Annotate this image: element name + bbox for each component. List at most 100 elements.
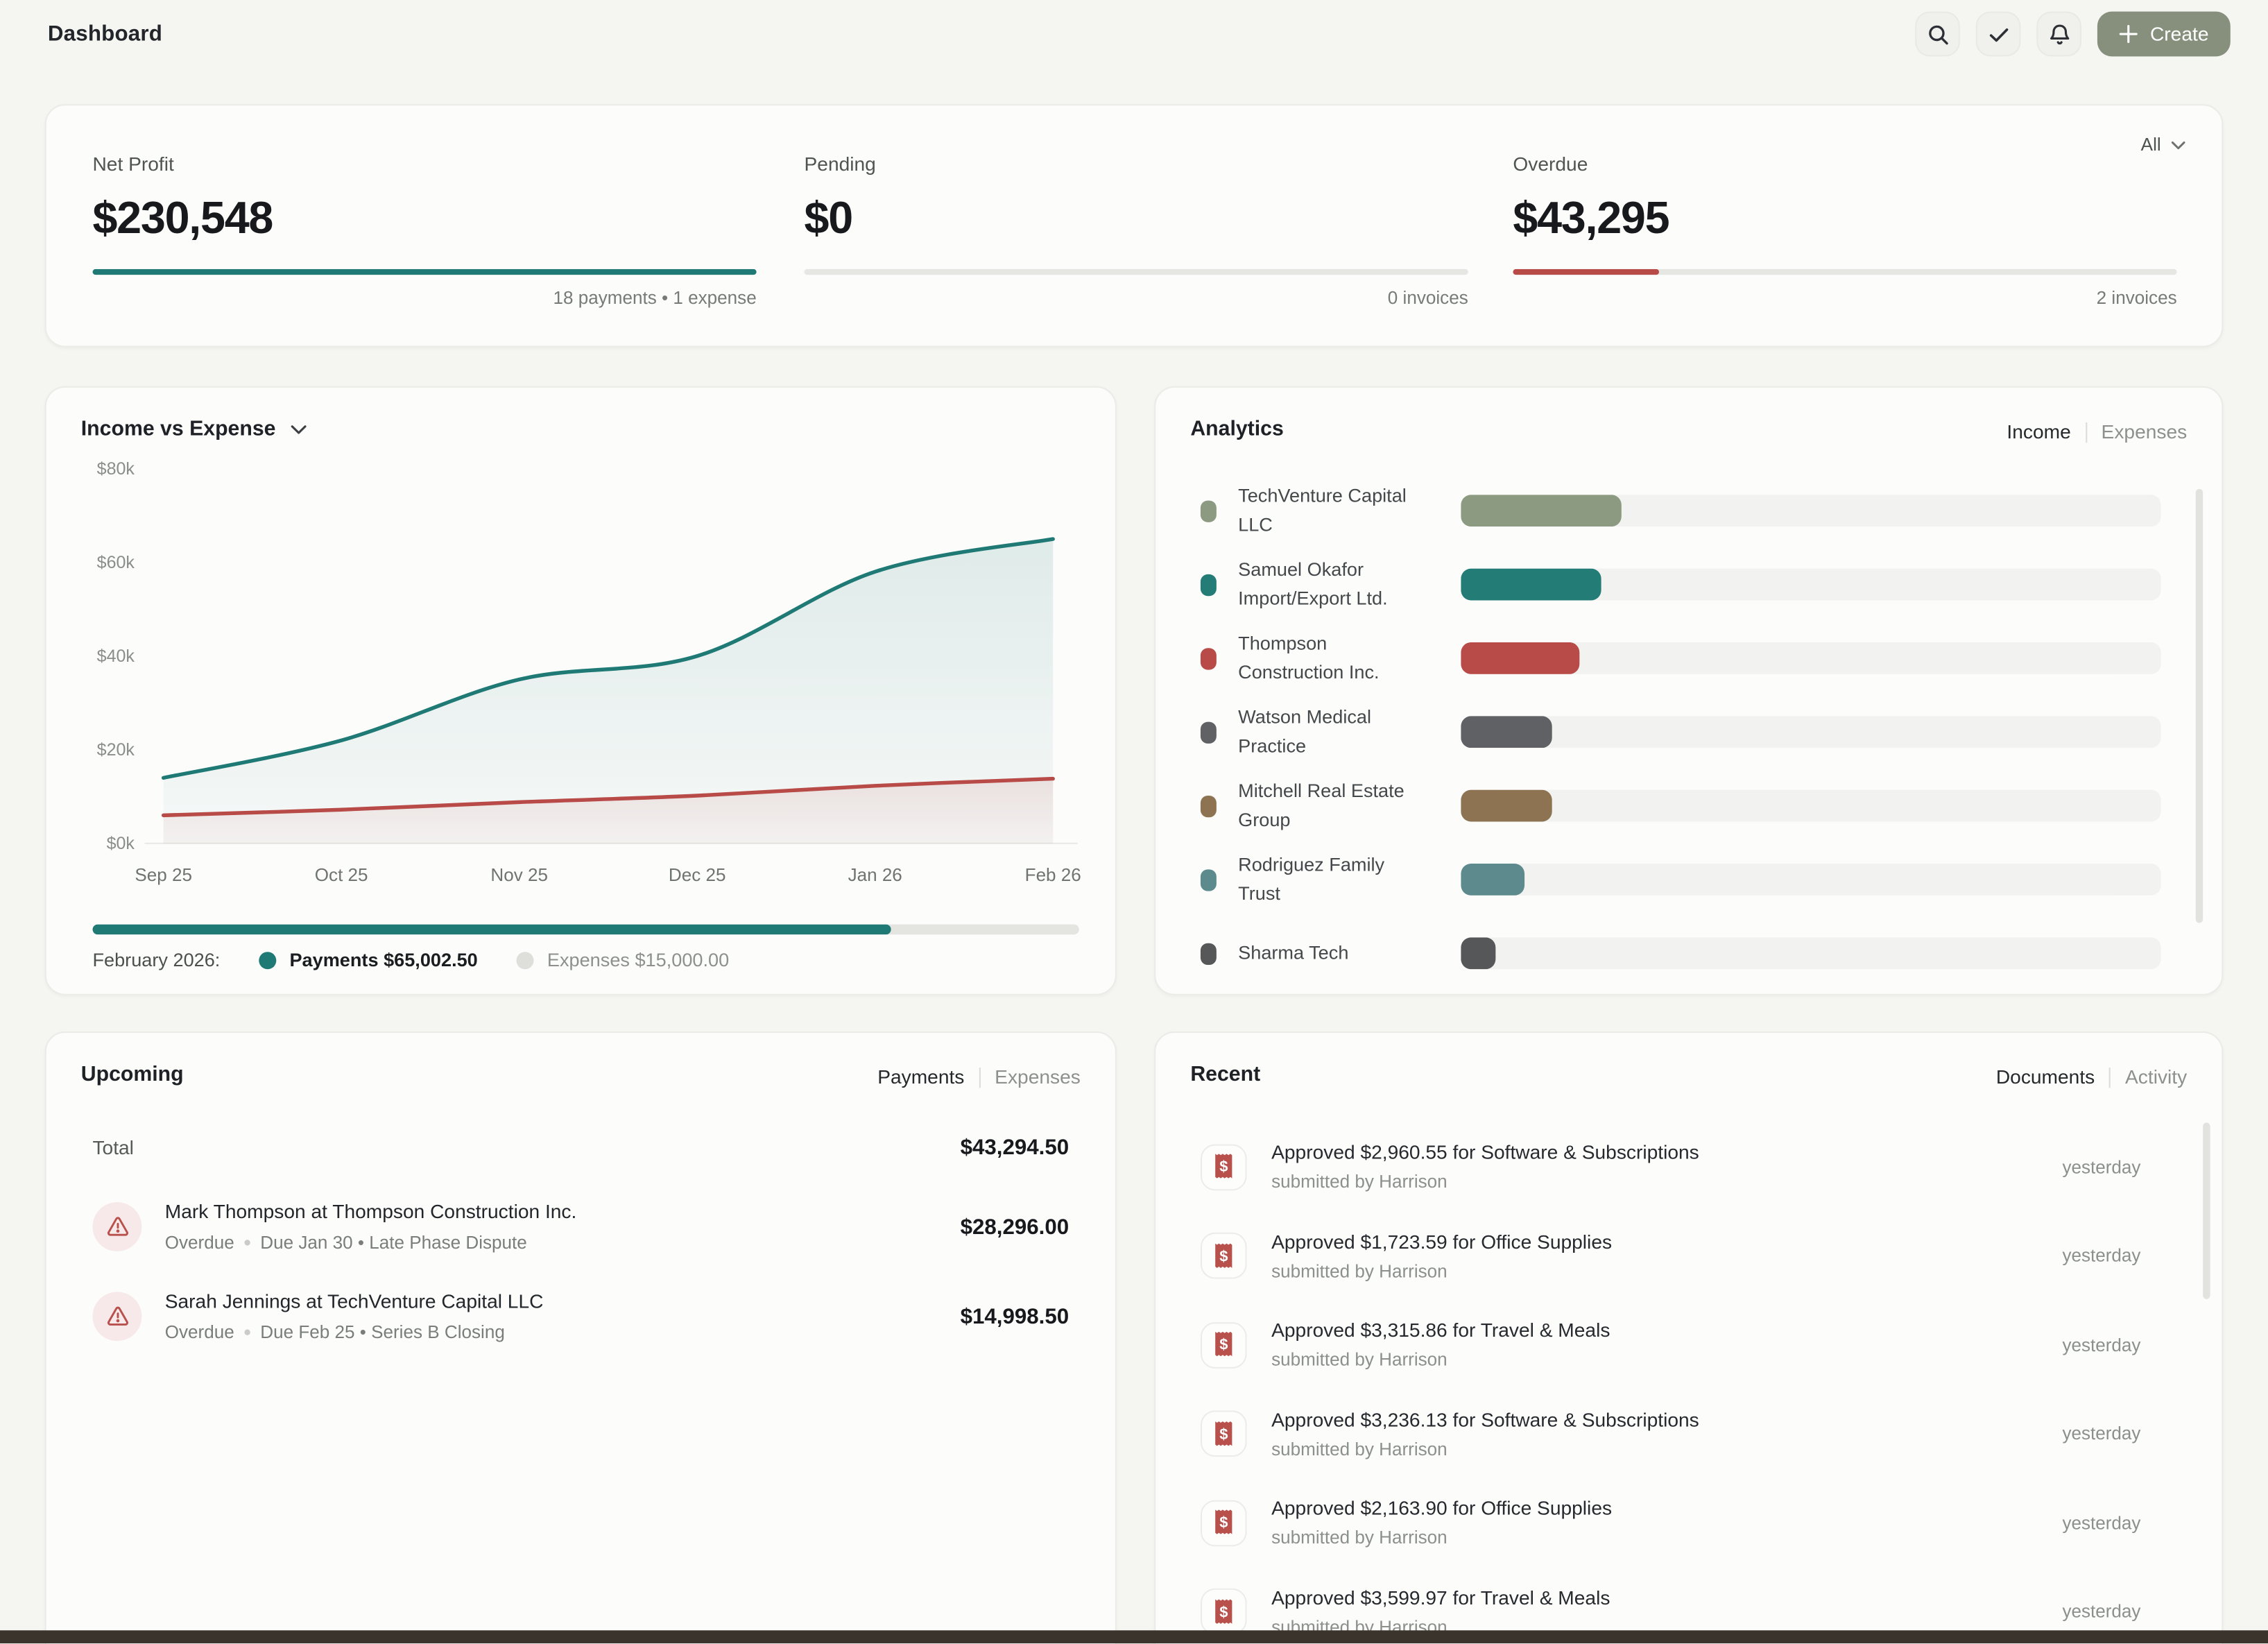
tab-separator — [979, 1067, 980, 1087]
x-tick-label: Oct 25 — [315, 864, 368, 885]
svg-text:$: $ — [1219, 1425, 1228, 1443]
create-button[interactable]: Create — [2098, 12, 2231, 57]
document-badge: $ — [1201, 1500, 1247, 1546]
recent-tabs: Documents Activity — [1996, 1066, 2187, 1088]
upcoming-detail: Due Feb 25 • Series B Closing — [260, 1322, 505, 1342]
analytics-row[interactable]: Watson Medical Practice — [1201, 701, 2161, 762]
stat-bar-track — [1513, 269, 2176, 275]
recent-row-time: yesterday — [2062, 1424, 2140, 1444]
y-tick-label: $60k — [97, 553, 135, 572]
analytics-row[interactable]: Mitchell Real Estate Group — [1201, 776, 2161, 837]
warning-icon — [106, 1306, 128, 1326]
bottom-taskbar — [0, 1630, 2268, 1643]
recent-card: Recent DocumentsActivity $ Approved $2,9… — [1154, 1031, 2223, 1644]
svg-text:$: $ — [1219, 1603, 1228, 1620]
stats-filter-dropdown[interactable]: All — [2141, 135, 2185, 155]
client-bar-fill — [1461, 716, 1552, 748]
search-icon — [1927, 22, 1950, 45]
upcoming-amount: $14,998.50 — [961, 1304, 1069, 1328]
total-value: $43,294.50 — [961, 1136, 1069, 1160]
analytics-row[interactable]: Sharma Tech — [1201, 923, 2161, 984]
recent-row[interactable]: $ Approved $2,960.55 for Software & Subs… — [1201, 1122, 2141, 1211]
analytics-row[interactable]: TechVenture Capital LLC — [1201, 480, 2161, 541]
client-name: Sharma Tech — [1238, 939, 1423, 968]
analytics-scrollbar[interactable] — [2196, 489, 2203, 923]
recent-texts: Approved $3,236.13 for Software & Subscr… — [1271, 1409, 2062, 1459]
upcoming-status: Overdue — [165, 1322, 234, 1342]
svg-text:$: $ — [1219, 1336, 1228, 1353]
receipt-icon: $ — [1212, 1598, 1235, 1626]
chart-legend: February 2026: Payments $65,002.50 Expen… — [92, 949, 729, 970]
client-dot-icon — [1201, 943, 1217, 964]
tab-income[interactable]: Income — [2007, 421, 2070, 443]
tab-documents[interactable]: Documents — [1996, 1066, 2095, 1088]
stat-bar-track — [92, 269, 756, 275]
upcoming-title: Upcoming — [81, 1063, 184, 1086]
income-expense-card: Income vs Expense $80k$60k$40k$20k$0k — [45, 386, 1117, 995]
recent-row[interactable]: $ Approved $2,163.90 for Office Supplies… — [1201, 1478, 2141, 1567]
analytics-row[interactable]: Thompson Construction Inc. — [1201, 628, 2161, 689]
client-dot-icon — [1201, 647, 1217, 669]
approvals-button[interactable] — [1977, 12, 2022, 57]
income-expense-header[interactable]: Income vs Expense — [81, 418, 306, 441]
legend-payments: Payments $65,002.50 — [289, 949, 477, 970]
tab-separator — [2109, 1067, 2111, 1087]
tab-payments[interactable]: Payments — [877, 1066, 964, 1088]
recent-row-subtitle: submitted by Harrison — [1271, 1528, 2062, 1548]
client-name: TechVenture Capital LLC — [1238, 481, 1423, 540]
client-dot-icon — [1201, 500, 1217, 522]
recent-row[interactable]: $ Approved $3,315.86 for Travel & Meals … — [1201, 1301, 2141, 1389]
recent-row-subtitle: submitted by Harrison — [1271, 1350, 2062, 1370]
analytics-row[interactable]: Rodriguez Family Trust — [1201, 849, 2161, 910]
y-tick-label: $80k — [97, 459, 135, 479]
recent-texts: Approved $3,599.97 for Travel & Meals su… — [1271, 1586, 2062, 1637]
check-icon — [1987, 22, 2010, 45]
client-name: Thompson Construction Inc. — [1238, 629, 1423, 687]
recent-row-title: Approved $3,315.86 for Travel & Meals — [1271, 1319, 2062, 1341]
client-name: Mitchell Real Estate Group — [1238, 777, 1423, 835]
legend-expenses: Expenses $15,000.00 — [547, 949, 729, 970]
period-progress-track[interactable] — [92, 925, 1079, 935]
upcoming-texts: Sarah Jennings at TechVenture Capital LL… — [165, 1290, 961, 1342]
recent-row-title: Approved $1,723.59 for Office Supplies — [1271, 1231, 2062, 1252]
client-bar-fill — [1461, 642, 1580, 674]
separator-dot — [244, 1240, 250, 1245]
legend-period: February 2026: — [92, 949, 220, 970]
tab-activity[interactable]: Activity — [2125, 1066, 2187, 1088]
search-button[interactable] — [1916, 12, 1961, 57]
client-bar-track — [1461, 864, 2160, 896]
tab-expenses[interactable]: Expenses — [2102, 421, 2188, 443]
stat-pending: Pending $0 0 invoices — [805, 153, 1468, 308]
stat-caption: 18 payments • 1 expense — [92, 288, 756, 308]
header-actions: Create — [1916, 12, 2231, 57]
stat-bar-track — [805, 269, 1468, 275]
recent-row-time: yesterday — [2062, 1513, 2140, 1533]
client-bar-fill — [1461, 569, 1601, 601]
document-badge: $ — [1201, 1144, 1247, 1190]
x-tick-label: Jan 26 — [848, 864, 902, 885]
client-name: Rodriguez Family Trust — [1238, 850, 1423, 909]
client-dot-icon — [1201, 868, 1217, 890]
topbar: Dashboard Create — [0, 0, 2268, 69]
document-badge: $ — [1201, 1589, 1247, 1635]
plus-icon — [2120, 24, 2138, 43]
stat-label: Net Profit — [92, 153, 756, 175]
recent-row[interactable]: $ Approved $3,236.13 for Software & Subs… — [1201, 1389, 2141, 1478]
analytics-row[interactable]: Samuel Okafor Import/Export Ltd. — [1201, 554, 2161, 615]
recent-scrollbar[interactable] — [2203, 1122, 2210, 1299]
x-tick-label: Dec 25 — [669, 864, 726, 885]
svg-text:$: $ — [1219, 1247, 1228, 1265]
x-axis-ticks: Sep 25Oct 25Nov 25Dec 25Jan 26Feb 26 — [135, 864, 1081, 885]
recent-row[interactable]: $ Approved $1,723.59 for Office Supplies… — [1201, 1212, 2141, 1301]
recent-texts: Approved $1,723.59 for Office Supplies s… — [1271, 1231, 2062, 1281]
upcoming-row[interactable]: Mark Thompson at Thompson Construction I… — [92, 1201, 1069, 1253]
recent-row-subtitle: submitted by Harrison — [1271, 1261, 2062, 1281]
upcoming-rows: Mark Thompson at Thompson Construction I… — [92, 1201, 1069, 1342]
notifications-button[interactable] — [2037, 12, 2082, 57]
recent-row-title: Approved $3,236.13 for Software & Subscr… — [1271, 1409, 2062, 1430]
upcoming-row[interactable]: Sarah Jennings at TechVenture Capital LL… — [92, 1290, 1069, 1342]
dashboard-screen: Dashboard Create All Net Profit $230,548 — [0, 0, 2268, 1643]
analytics-tabs: Income Expenses — [2007, 421, 2187, 443]
tab-expenses[interactable]: Expenses — [995, 1066, 1081, 1088]
recent-row-subtitle: submitted by Harrison — [1271, 1439, 2062, 1459]
